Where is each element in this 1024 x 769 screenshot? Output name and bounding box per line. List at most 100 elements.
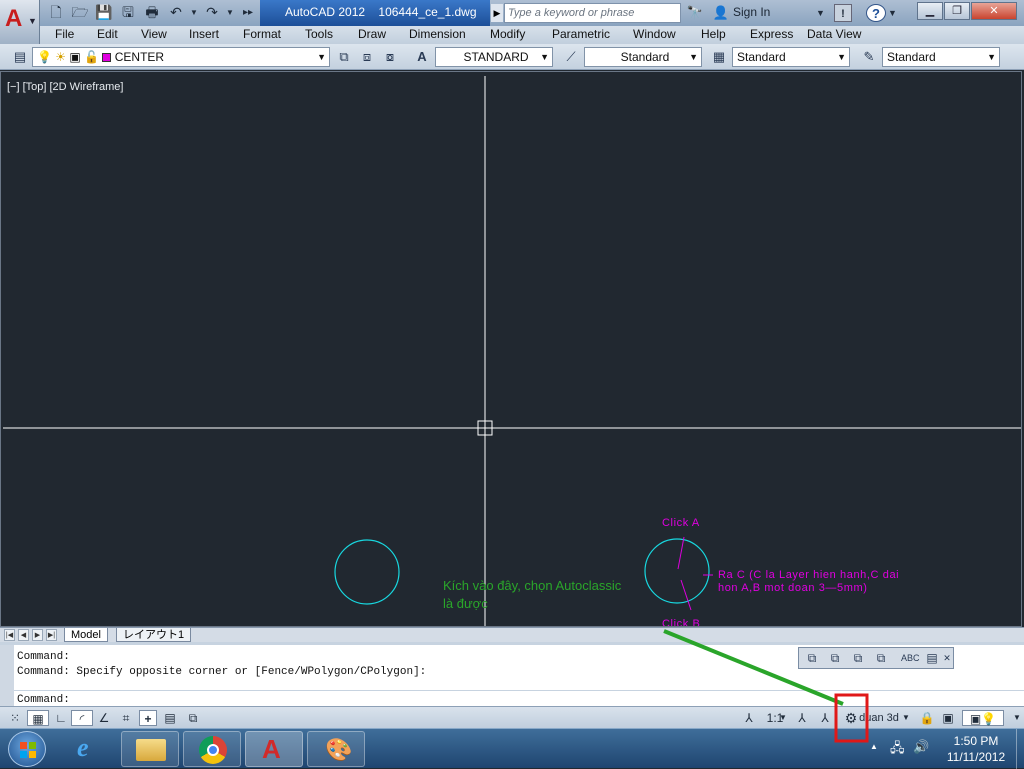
menu-express[interactable]: Express bbox=[750, 27, 793, 41]
save-icon[interactable]: 💾 bbox=[95, 4, 113, 21]
layer-previous-icon[interactable]: ⧈ bbox=[357, 48, 377, 66]
paint-icon[interactable]: 🎨 bbox=[307, 731, 365, 767]
autocad-taskbar-icon[interactable]: A bbox=[245, 731, 303, 767]
next-tab-icon[interactable]: ▶ bbox=[32, 629, 43, 641]
text-style-dropdown[interactable]: STANDARD ▼ bbox=[435, 47, 553, 67]
menu-tools[interactable]: Tools bbox=[305, 27, 333, 41]
lineweight-icon[interactable]: ⧉ bbox=[183, 710, 203, 726]
isolate-objects-icon[interactable]: ▣💡 bbox=[962, 710, 1004, 726]
bring-above-icon[interactable]: ⧉ bbox=[849, 650, 867, 666]
layer-properties-icon[interactable]: ▤ bbox=[10, 48, 30, 66]
menu-file[interactable]: File bbox=[55, 27, 74, 41]
bring-to-front-icon[interactable]: ⧉ bbox=[803, 650, 821, 666]
annotation-visibility-icon[interactable]: ⅄ bbox=[792, 710, 812, 726]
print-icon[interactable]: 🖶 bbox=[143, 4, 161, 21]
command-input[interactable]: Command: bbox=[17, 694, 70, 706]
send-under-icon[interactable]: ⧉ bbox=[872, 650, 890, 666]
help-icon[interactable]: ? bbox=[866, 4, 886, 22]
internet-explorer-icon[interactable]: e bbox=[61, 731, 119, 767]
undo-dropdown-icon[interactable]: ▼ bbox=[185, 4, 203, 21]
table-style-icon[interactable]: ▦ bbox=[709, 48, 729, 66]
tab-layout1[interactable]: レイアウト1 bbox=[116, 628, 192, 642]
menu-insert[interactable]: Insert bbox=[189, 27, 219, 41]
sign-in-dropdown-icon[interactable]: ▼ bbox=[816, 4, 825, 22]
send-to-back-icon[interactable]: ⧉ bbox=[826, 650, 844, 666]
tab-model[interactable]: Model bbox=[64, 628, 108, 642]
menu-view[interactable]: View bbox=[141, 27, 167, 41]
chrome-icon[interactable] bbox=[183, 731, 241, 767]
hardware-acceleration-icon[interactable]: ▣ bbox=[938, 710, 958, 726]
undo-icon[interactable]: ↶ bbox=[167, 4, 185, 21]
restore-button[interactable]: ❐ bbox=[944, 2, 970, 20]
auto-add-scales-icon[interactable]: ⅄ bbox=[815, 710, 835, 726]
multileader-style-icon[interactable]: ✎ bbox=[859, 48, 879, 66]
help-search-input[interactable]: Type a keyword or phrase bbox=[504, 3, 681, 23]
object-snap-tracking-icon[interactable]: ⌗ bbox=[117, 710, 135, 726]
object-snap-icon[interactable]: ∠ bbox=[95, 710, 113, 726]
grid-display-icon[interactable]: ▦ bbox=[27, 710, 49, 726]
make-object-layer-current-icon[interactable]: ⧉ bbox=[334, 48, 354, 66]
layer-state-icon[interactable]: ⧇ bbox=[380, 48, 400, 66]
chevron-down-icon[interactable]: ▼ bbox=[778, 710, 788, 726]
network-icon[interactable]: 🖧 bbox=[890, 739, 905, 761]
dimension-style-icon[interactable]: ⟋ bbox=[561, 48, 581, 66]
snap-mode-icon[interactable]: ⁙ bbox=[7, 710, 23, 726]
minimize-button[interactable]: ▁ bbox=[917, 2, 943, 20]
sign-in-link[interactable]: Sign In bbox=[733, 5, 770, 19]
drawing-area[interactable]: [−] [Top] [2D Wireframe] Click A Click B… bbox=[0, 71, 1022, 627]
command-window-grip[interactable] bbox=[0, 645, 14, 709]
new-file-icon[interactable]: 🗋 bbox=[47, 4, 65, 21]
chevron-down-icon[interactable]: ▼ bbox=[901, 710, 911, 726]
first-tab-icon[interactable]: |◀ bbox=[4, 629, 15, 641]
text-above-icon[interactable]: ABC bbox=[901, 650, 920, 666]
windows-explorer-icon[interactable] bbox=[121, 731, 179, 767]
chevron-down-icon: ▼ bbox=[689, 52, 698, 62]
circle-right[interactable] bbox=[644, 538, 710, 604]
dynamic-ucs-icon[interactable]: + bbox=[139, 710, 157, 726]
menu-edit[interactable]: Edit bbox=[97, 27, 118, 41]
dimension-style-dropdown[interactable]: Standard ▼ bbox=[584, 47, 702, 67]
dynamic-input-icon[interactable]: ▤ bbox=[161, 710, 179, 726]
polar-tracking-icon[interactable]: ◜ bbox=[71, 710, 93, 726]
layer-dropdown[interactable]: 💡 ☀ ▣ 🔓 CENTER ▼ bbox=[32, 47, 330, 67]
volume-icon[interactable]: 🔊 bbox=[913, 739, 929, 755]
show-hidden-icons-icon[interactable]: ▲ bbox=[870, 742, 878, 751]
start-button[interactable] bbox=[8, 731, 46, 767]
status-menu-icon[interactable]: ▼ bbox=[1012, 710, 1022, 726]
menu-parametric[interactable]: Parametric bbox=[552, 27, 610, 41]
show-desktop-button[interactable] bbox=[1016, 729, 1024, 769]
last-tab-icon[interactable]: ▶| bbox=[46, 629, 57, 641]
menu-window[interactable]: Window bbox=[633, 27, 676, 41]
menu-data-view[interactable]: Data View bbox=[807, 27, 861, 41]
menu-format[interactable]: Format bbox=[243, 27, 281, 41]
floating-toolbar: ⧉ ⧉ ⧉ ⧉ ABC ▤ ✕ bbox=[798, 647, 954, 669]
redo-icon[interactable]: ↷ bbox=[203, 4, 221, 21]
table-style-dropdown[interactable]: Standard ▼ bbox=[732, 47, 850, 67]
binoculars-icon[interactable]: 🔭 bbox=[684, 4, 706, 22]
close-icon[interactable]: ✕ bbox=[942, 650, 952, 666]
text-style-icon[interactable]: A bbox=[412, 48, 432, 66]
save-as-icon[interactable]: 🖫 bbox=[119, 4, 137, 21]
toolbar-lock-icon[interactable]: 🔒 bbox=[917, 710, 937, 726]
multileader-style-dropdown[interactable]: Standard ▼ bbox=[882, 47, 1000, 67]
workspace-name[interactable]: duan 3d bbox=[857, 710, 901, 726]
hatch-to-back-icon[interactable]: ▤ bbox=[923, 650, 941, 666]
customize-quick-access-icon[interactable]: ▸▸ bbox=[239, 4, 257, 21]
help-dropdown-icon[interactable]: ▼ bbox=[888, 4, 897, 22]
application-menu-button[interactable]: A ▼ bbox=[0, 0, 40, 44]
chevron-right-icon[interactable]: ▶ bbox=[491, 4, 503, 22]
circle-left[interactable] bbox=[334, 539, 400, 605]
redo-dropdown-icon[interactable]: ▼ bbox=[221, 4, 239, 21]
annotation-scale-icon[interactable]: ⅄ bbox=[740, 710, 758, 726]
ortho-mode-icon[interactable]: ∟ bbox=[52, 710, 70, 726]
system-clock[interactable]: 1:50 PM 11/11/2012 bbox=[938, 733, 1014, 765]
menu-modify[interactable]: Modify bbox=[490, 27, 525, 41]
infocenter-warning-icon[interactable]: ! bbox=[834, 4, 852, 22]
close-button[interactable]: ✕ bbox=[971, 2, 1017, 20]
open-folder-icon[interactable]: 🗁 bbox=[71, 4, 89, 21]
menu-draw[interactable]: Draw bbox=[358, 27, 386, 41]
menu-help[interactable]: Help bbox=[701, 27, 726, 41]
previous-tab-icon[interactable]: ◀ bbox=[18, 629, 29, 641]
text-style-value: STANDARD bbox=[463, 50, 529, 64]
menu-dimension[interactable]: Dimension bbox=[409, 27, 466, 41]
